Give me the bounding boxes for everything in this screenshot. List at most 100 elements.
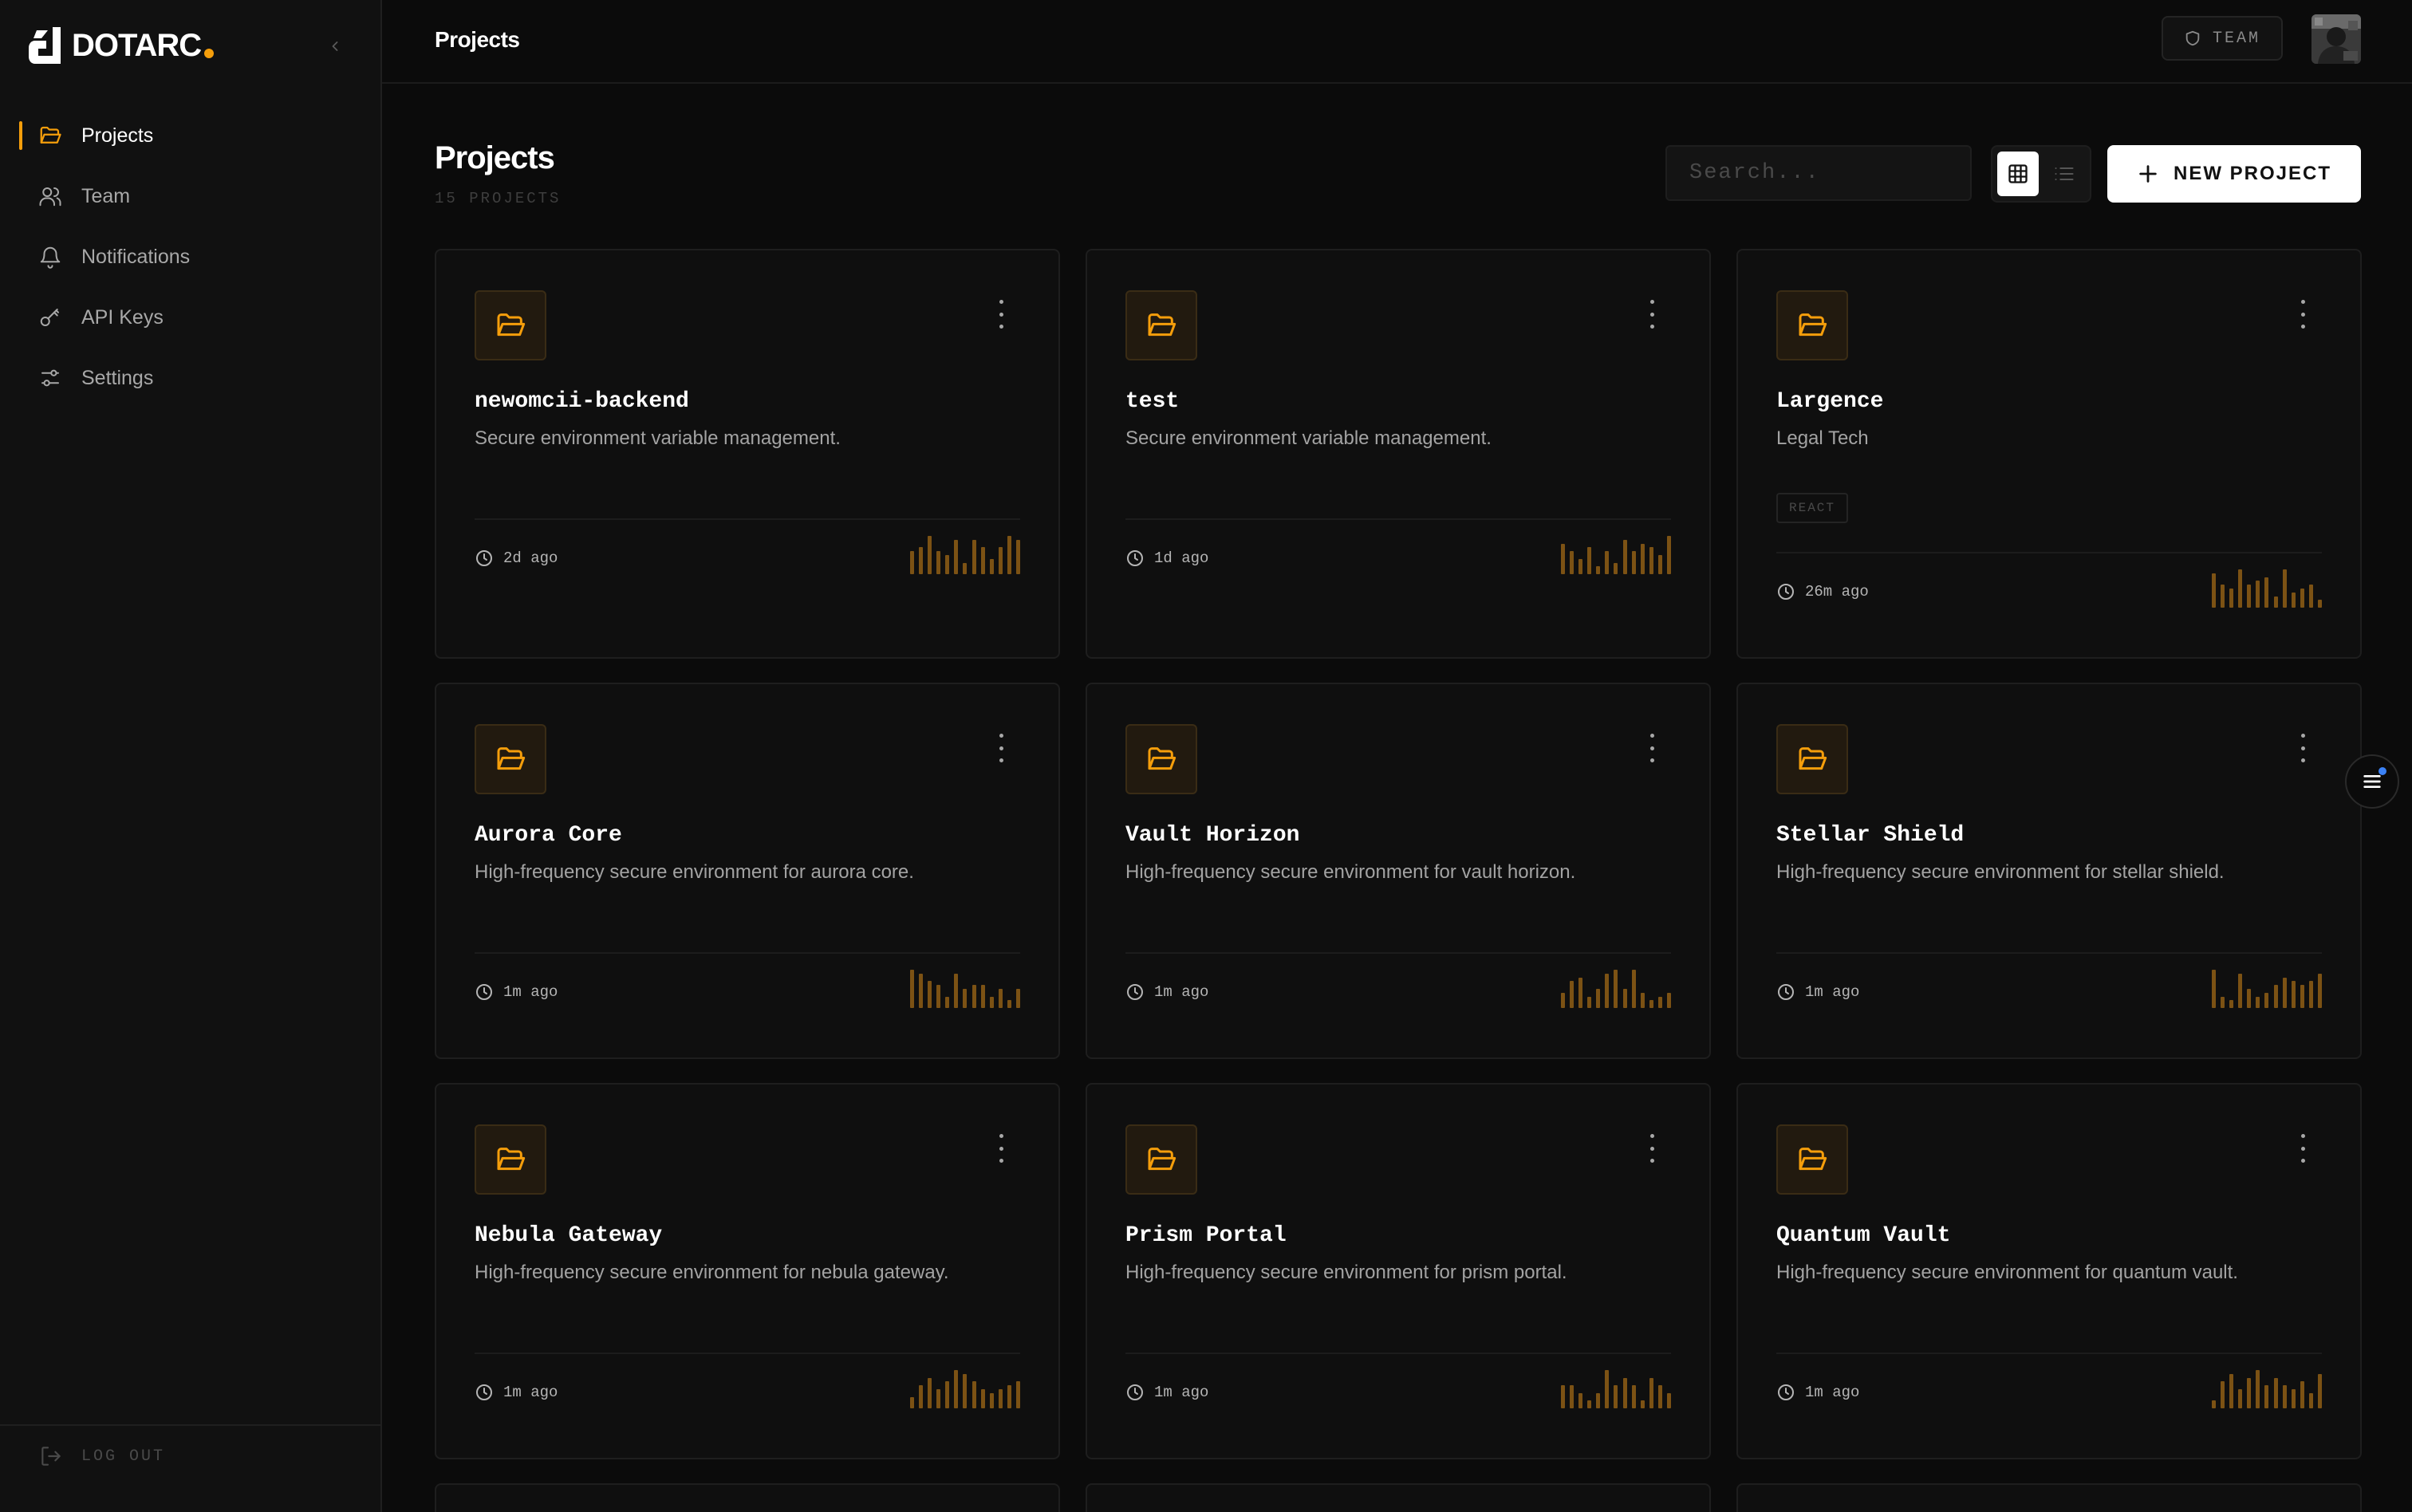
sidebar-footer: LOG OUT [0, 1424, 380, 1512]
project-card[interactable]: Prism Portal High-frequency secure enviro… [1086, 1083, 1711, 1459]
project-card[interactable]: Aurora Core High-frequency secure environ… [435, 683, 1060, 1059]
project-name: Prism Portal [1125, 1223, 1287, 1248]
project-description: High-frequency secure environment for pr… [1125, 1262, 1567, 1283]
project-updated: 1m ago [1125, 1383, 1208, 1402]
project-description: High-frequency secure environment for va… [1125, 861, 1576, 883]
sidebar-item-label: Projects [81, 124, 154, 147]
activity-sparkline [2212, 970, 2322, 1008]
project-card[interactable]: Nebula Gateway High-frequency secure envi… [435, 1083, 1060, 1459]
folder-open-icon [1799, 747, 1827, 770]
sliders-icon [41, 369, 59, 387]
search-input[interactable] [1665, 145, 1972, 201]
updated-time: 2d ago [503, 549, 558, 567]
activity-bar [2221, 1381, 2225, 1408]
project-updated: 1m ago [1776, 982, 1859, 1002]
project-card[interactable] [435, 1483, 1060, 1512]
activity-bar [2247, 1378, 2252, 1408]
menu-dot [999, 300, 1003, 304]
project-name: Stellar Shield [1776, 823, 1965, 848]
logout-button[interactable]: LOG OUT [38, 1443, 165, 1469]
project-card[interactable]: test Secure environment variable manageme… [1086, 249, 1711, 659]
updated-time: 1m ago [1805, 1384, 1860, 1401]
menu-dot [2300, 1159, 2305, 1163]
grid-view-button[interactable] [1997, 152, 2039, 196]
project-card[interactable]: newomcii-backend Secure environment varia… [435, 249, 1060, 659]
card-menu-button[interactable] [2293, 1134, 2312, 1163]
sidebar-item-api-keys[interactable]: API Keys [19, 292, 362, 343]
sidebar: DOTARC Projects Team Notifications API K… [0, 0, 382, 1512]
list-view-button[interactable] [2044, 152, 2085, 196]
project-description: Secure environment variable management. [475, 427, 841, 449]
activity-bar [1578, 1393, 1583, 1408]
grid-icon [2008, 164, 2028, 183]
activity-bar [1640, 1400, 1645, 1408]
activity-sparkline [1561, 1370, 1671, 1408]
activity-bar [2247, 989, 2252, 1008]
activity-bar [998, 547, 1003, 574]
activity-bar [2273, 1378, 2278, 1408]
card-menu-button[interactable] [1642, 734, 1661, 762]
dotarc-logo-icon [29, 27, 61, 64]
activity-bar [1578, 559, 1583, 574]
notification-dot [2378, 767, 2386, 775]
activity-bar [945, 997, 950, 1008]
clock-icon [476, 984, 492, 1000]
project-card[interactable]: Quantum Vault High-frequency secure envir… [1736, 1083, 2362, 1459]
sidebar-item-label: API Keys [81, 305, 164, 329]
menu-dot [999, 746, 1003, 750]
activity-bar [1570, 551, 1574, 574]
sidebar-item-notifications[interactable]: Notifications [19, 231, 362, 282]
topbar: Projects TEAM [382, 0, 2412, 84]
sidebar-nav: Projects Team Notifications API Keys Set… [19, 110, 362, 413]
updated-time: 1m ago [503, 1384, 558, 1401]
card-menu-button[interactable] [991, 1134, 1011, 1163]
card-divider [475, 952, 1020, 954]
folder-open-icon [1799, 313, 1827, 337]
sidebar-item-label: Settings [81, 366, 154, 389]
project-card[interactable]: Stellar Shield High-frequency secure envi… [1736, 683, 2362, 1059]
collapse-sidebar-button[interactable] [322, 33, 348, 59]
menu-dot [2300, 300, 2305, 304]
activity-bar [2238, 1389, 2243, 1408]
sidebar-item-settings[interactable]: Settings [19, 352, 362, 404]
menu-dot [999, 1159, 1003, 1163]
project-folder-badge [475, 290, 546, 360]
project-card[interactable]: Vault Horizon High-frequency secure envir… [1086, 683, 1711, 1059]
sidebar-item-projects[interactable]: Projects [19, 110, 362, 161]
clock-icon [1127, 984, 1143, 1000]
card-menu-button[interactable] [2293, 734, 2312, 762]
activity-bar [919, 547, 924, 574]
plus-icon [2139, 165, 2157, 183]
activity-bar [954, 974, 959, 1008]
quick-menu-button[interactable] [2345, 754, 2399, 809]
project-tag: REACT [1776, 493, 1849, 523]
card-menu-button[interactable] [1642, 1134, 1661, 1163]
brand-logo[interactable]: DOTARC [29, 27, 215, 64]
activity-bar [1587, 547, 1592, 574]
project-description: High-frequency secure environment for qu… [1776, 1262, 2238, 1283]
team-switcher-button[interactable]: TEAM [2161, 16, 2283, 61]
activity-bar [1605, 551, 1610, 574]
menu-dot [999, 758, 1003, 762]
activity-bar [919, 1385, 924, 1408]
project-card[interactable] [1736, 1483, 2362, 1512]
user-avatar[interactable] [2312, 14, 2361, 64]
activity-bar [972, 1381, 976, 1408]
card-menu-button[interactable] [2293, 300, 2312, 329]
project-card[interactable]: Largence Legal Tech REACT 26m ago [1736, 249, 2362, 659]
card-menu-button[interactable] [1642, 300, 1661, 329]
activity-bar [936, 985, 941, 1008]
activity-bar [1570, 1385, 1574, 1408]
activity-bar [2229, 589, 2234, 608]
card-menu-button[interactable] [991, 734, 1011, 762]
clock-icon [1778, 984, 1794, 1000]
project-folder-badge [1776, 290, 1848, 360]
avatar-image [2312, 14, 2361, 64]
card-menu-button[interactable] [991, 300, 1011, 329]
activity-bar [928, 981, 932, 1008]
menu-dot [2300, 1134, 2305, 1138]
project-card[interactable] [1086, 1483, 1711, 1512]
sidebar-item-team[interactable]: Team [19, 171, 362, 222]
logout-icon [41, 1447, 61, 1466]
new-project-button[interactable]: NEW PROJECT [2107, 145, 2361, 203]
